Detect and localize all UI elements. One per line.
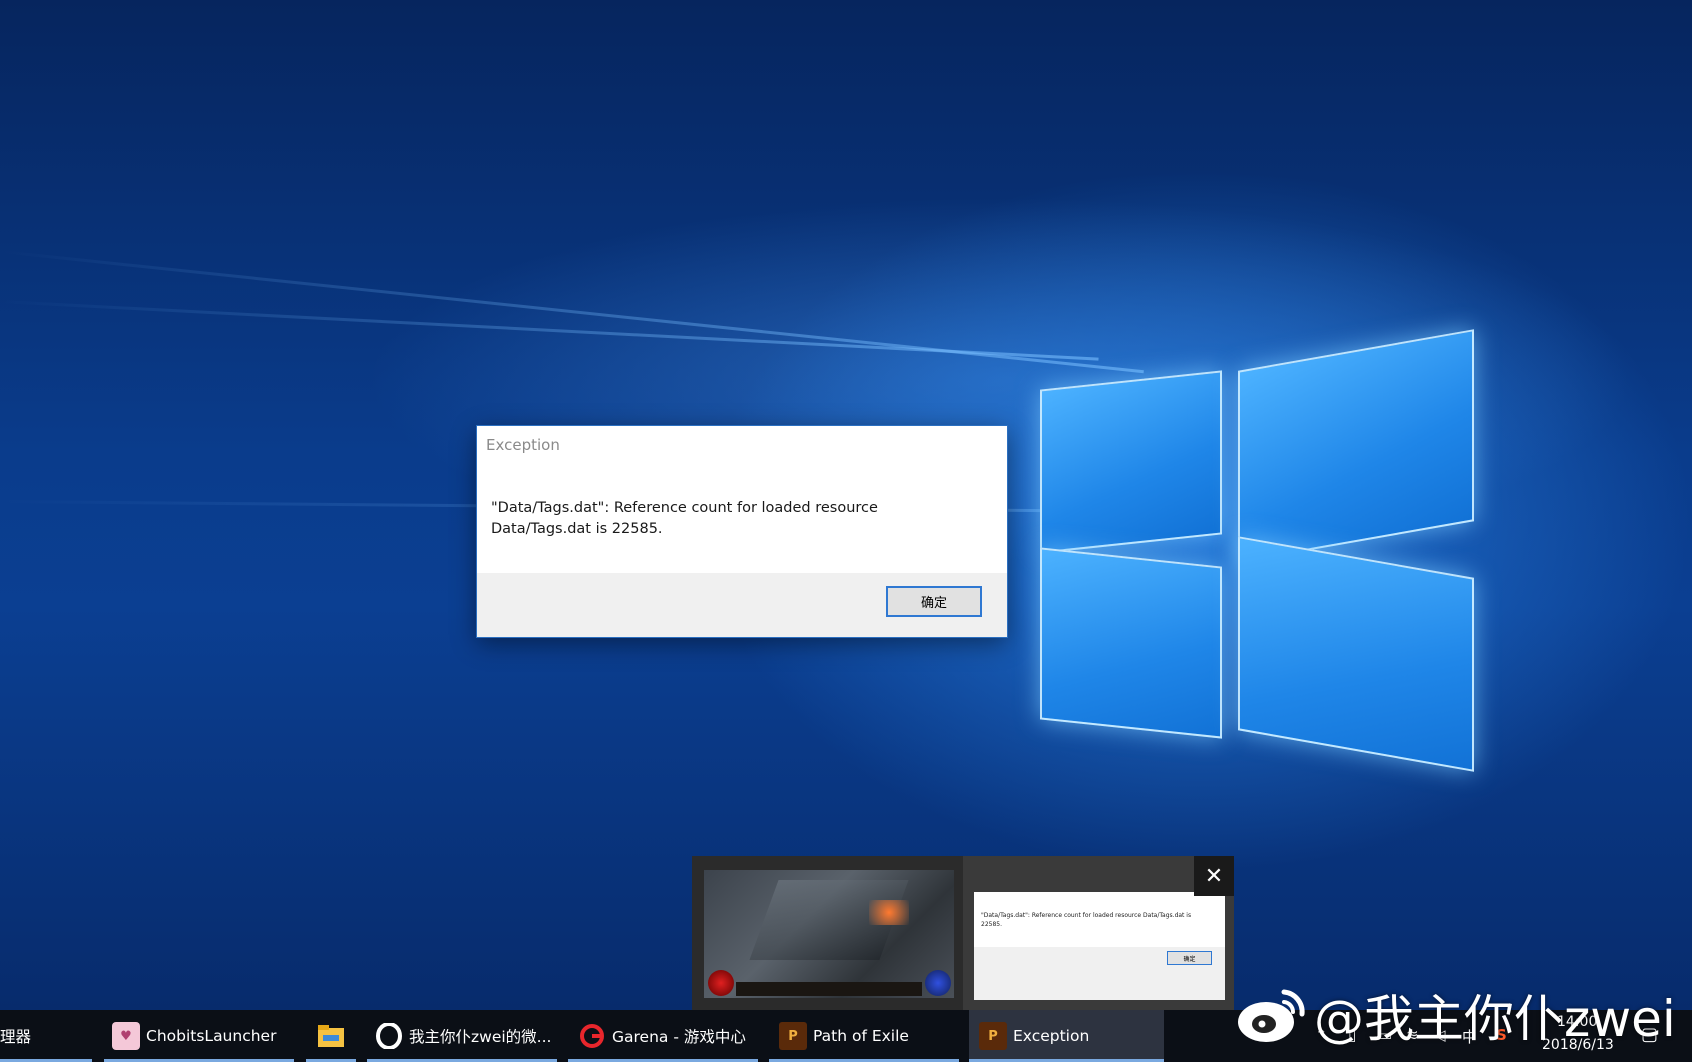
poe-icon: P	[979, 1022, 1007, 1050]
taskbar-item-label: 理器	[0, 1028, 32, 1046]
taskbar-item-file-explorer[interactable]	[306, 1010, 356, 1062]
exception-thumbnail[interactable]: "Data/Tags.dat": Reference count for loa…	[963, 856, 1234, 1010]
taskbar-item-label: Path of Exile	[813, 1027, 909, 1045]
weibo-logo-icon	[1238, 989, 1305, 1042]
ok-button[interactable]: 确定	[886, 586, 982, 617]
windows-logo	[1030, 325, 1480, 772]
taskbar-item-opera[interactable]: 我主你仆zwei的微...	[367, 1010, 557, 1062]
garena-icon	[578, 1022, 606, 1050]
taskbar-item-label: Garena - 游戏中心	[612, 1028, 746, 1046]
watermark-text: @我主你仆zwei	[1314, 990, 1676, 1048]
life-orb-icon	[708, 970, 734, 996]
path-of-exile-thumbnail[interactable]	[704, 870, 954, 998]
taskbar-item-garena[interactable]: Garena - 游戏中心	[568, 1010, 758, 1062]
mana-orb-icon	[925, 970, 951, 996]
poe-icon: P	[779, 1022, 807, 1050]
taskbar-item-label: 我主你仆zwei的微...	[409, 1028, 552, 1046]
mini-dialog: "Data/Tags.dat": Reference count for loa…	[974, 892, 1225, 1000]
game-fire	[869, 900, 909, 925]
dialog-message: "Data/Tags.dat": Reference count for loa…	[491, 500, 878, 537]
close-icon[interactable]: ✕	[1194, 856, 1234, 896]
mini-dialog-message: "Data/Tags.dat": Reference count for loa…	[981, 912, 1192, 928]
taskbar-item-exception[interactable]: P Exception	[969, 1010, 1164, 1062]
exception-dialog: Exception "Data/Tags.dat": Reference cou…	[477, 426, 1007, 637]
mini-ok-button: 确定	[1167, 951, 1212, 965]
dialog-title: Exception	[486, 436, 560, 454]
logo-pane	[1238, 536, 1474, 772]
logo-pane	[1040, 547, 1222, 739]
taskbar-item-app[interactable]: 理器	[0, 1010, 92, 1062]
taskbar-item-label: Exception	[1013, 1027, 1090, 1045]
logo-pane	[1040, 370, 1222, 554]
taskbar-item-label: ChobitsLauncher	[146, 1027, 277, 1045]
logo-pane	[1238, 329, 1474, 563]
game-hotbar	[736, 982, 922, 996]
opera-icon	[375, 1022, 403, 1050]
taskbar-thumbnail-popup: "Data/Tags.dat": Reference count for loa…	[692, 856, 1234, 1010]
chobits-icon: ♥	[112, 1022, 140, 1050]
taskbar-item-path-of-exile[interactable]: P Path of Exile	[769, 1010, 959, 1062]
weibo-watermark: @我主你仆zwei	[1236, 985, 1676, 1048]
taskbar-item-chobits[interactable]: ♥ ChobitsLauncher	[104, 1010, 294, 1062]
file-explorer-icon	[317, 1022, 345, 1050]
